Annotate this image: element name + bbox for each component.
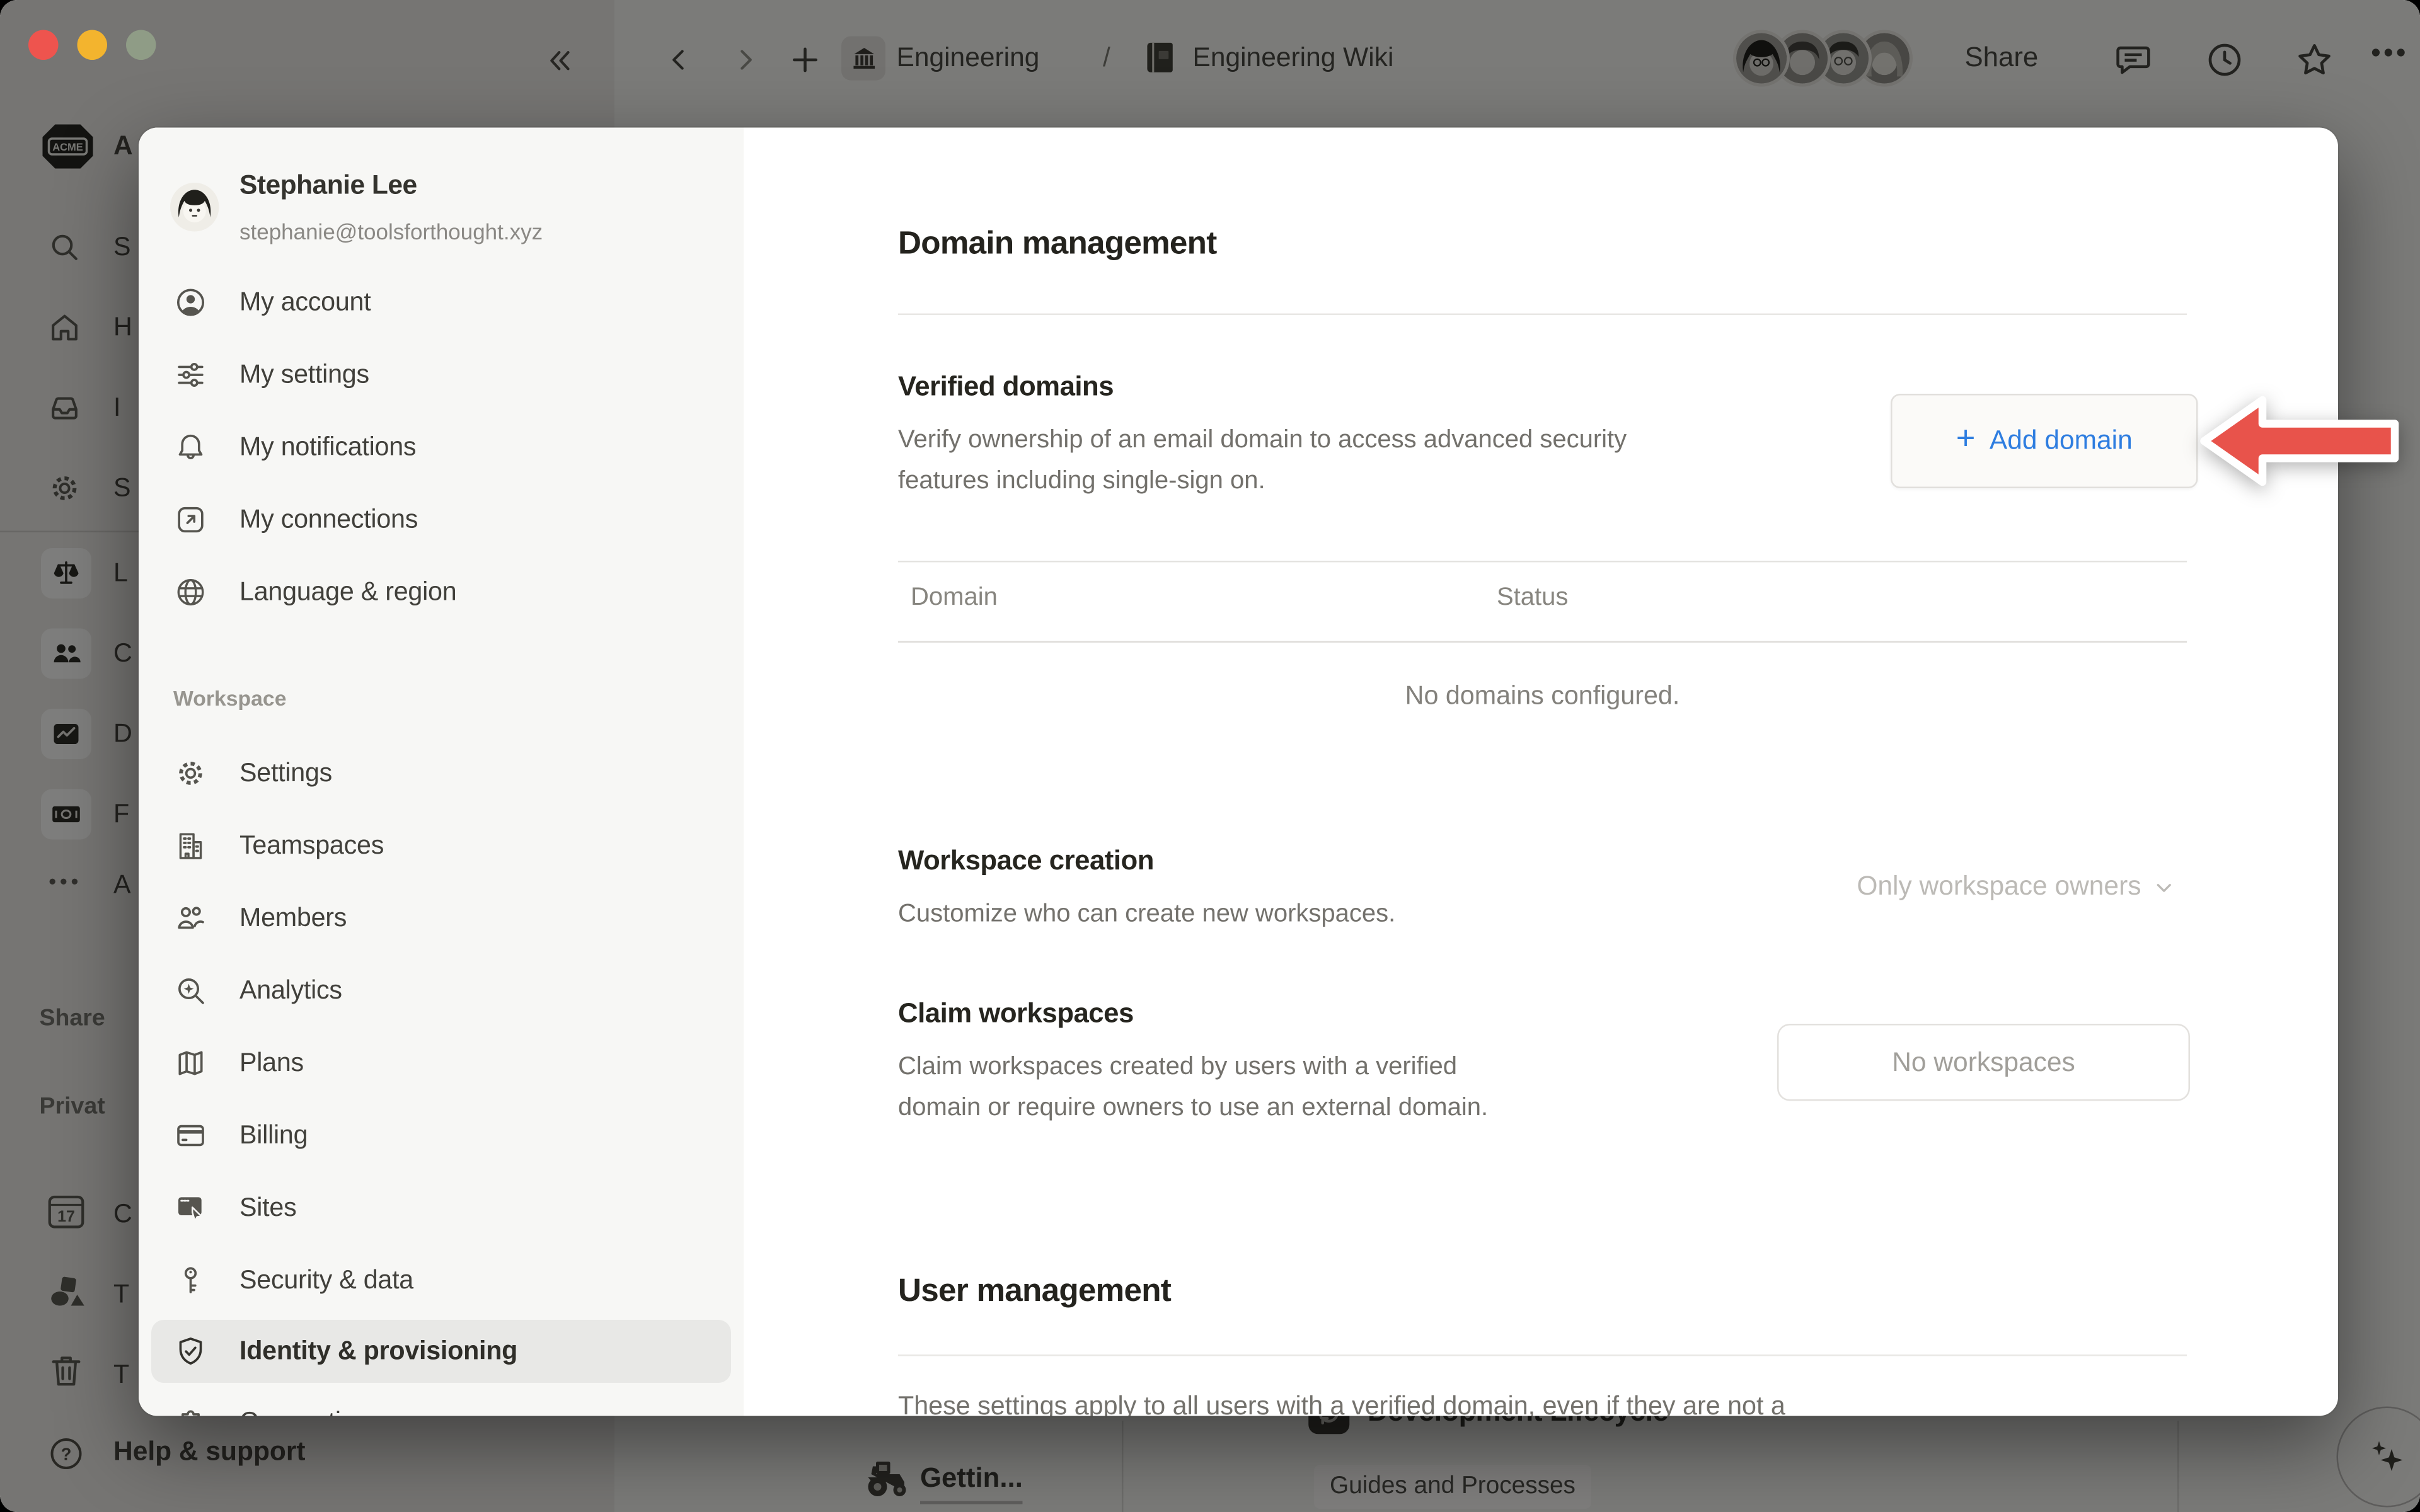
plus-icon: + [1956,421,1976,459]
magnifier-sparkle-icon [173,973,208,1008]
map-icon [173,1046,208,1080]
app-frame: Engineering / Engineering Wiki Share •••… [0,0,2420,1512]
gear-icon [173,756,208,791]
claim-workspaces-heading: Claim workspaces [898,997,1134,1031]
user-name: Stephanie Lee [239,170,417,202]
user-avatar [170,183,219,232]
no-workspaces-button[interactable]: No workspaces [1777,1024,2190,1101]
sidebar-item-settings[interactable]: Settings [151,742,731,805]
user-management-clipped-text: These settings apply to all users with a… [898,1392,2221,1416]
page-title: Domain management [898,226,1217,263]
sidebar-item-language-region[interactable]: Language & region [151,561,731,624]
sidebar-item-teamspaces[interactable]: Teamspaces [151,815,731,878]
settings-dialog: Stephanie Lee stephanie@toolsforthought.… [139,128,2338,1416]
credit-card-icon [173,1118,208,1153]
notion-window: Engineering / Engineering Wiki Share •••… [0,0,2420,1512]
sidebar-item-security-data[interactable]: Security & data [151,1249,731,1312]
bell-icon [173,430,208,465]
user-email: stephanie@toolsforthought.xyz [239,219,543,244]
claim-workspaces-desc-line1: Claim workspaces created by users with a… [898,1048,1457,1089]
add-domain-button[interactable]: + Add domain [1891,394,2198,488]
puzzle-icon [173,1405,208,1416]
shield-check-icon [173,1334,208,1369]
window-close-button[interactable] [28,30,59,60]
sidebar-item-my-connections[interactable]: My connections [151,488,731,551]
window-minimize-button[interactable] [78,30,108,60]
sidebar-item-members[interactable]: Members [151,887,731,950]
annotation-arrow-icon [2199,392,2404,490]
workspace-creation-heading: Workspace creation [898,844,1154,878]
two-people-icon [173,901,208,936]
sidebar-item-sites[interactable]: Sites [151,1177,731,1240]
sidebar-item-billing[interactable]: Billing [151,1104,731,1167]
office-building-icon [173,828,208,863]
table-header-status: Status [1497,585,1568,613]
sliders-icon [173,358,208,392]
person-circle-icon [173,285,208,320]
claim-workspaces-desc-line2: domain or require owners to use an exter… [898,1089,1488,1130]
workspace-creation-desc: Customize who can create new workspaces. [898,895,1395,936]
verified-domains-desc-line2: features including single-sign on. [898,462,1265,503]
arrow-up-right-box-icon [173,503,208,537]
browser-cursor-icon [173,1191,208,1225]
sidebar-section-workspace: Workspace [173,687,286,711]
table-header-domain: Domain [911,585,998,613]
verified-domains-heading: Verified domains [898,370,1114,404]
sidebar-item-my-account[interactable]: My account [151,271,731,334]
user-management-heading: User management [898,1273,1171,1310]
chevron-down-icon [2154,876,2175,897]
sidebar-item-my-notifications[interactable]: My notifications [151,416,731,479]
settings-content: Domain management Verified domains Verif… [744,128,2338,1416]
settings-sidebar: Stephanie Lee stephanie@toolsforthought.… [139,128,744,1416]
sidebar-item-identity-provisioning[interactable]: Identity & provisioning [151,1320,731,1383]
verified-domains-desc-line1: Verify ownership of an email domain to a… [898,421,1627,462]
window-zoom-button[interactable] [126,30,156,60]
sidebar-item-connections-clipped[interactable]: Connections [151,1391,731,1416]
empty-table-message: No domains configured. [898,682,2187,713]
sidebar-item-my-settings[interactable]: My settings [151,343,731,406]
key-icon [173,1263,208,1298]
globe-icon [173,575,208,610]
sidebar-item-analytics[interactable]: Analytics [151,959,731,1022]
sidebar-item-plans[interactable]: Plans [151,1032,731,1095]
workspace-creation-dropdown[interactable]: Only workspace owners [1857,871,2174,903]
